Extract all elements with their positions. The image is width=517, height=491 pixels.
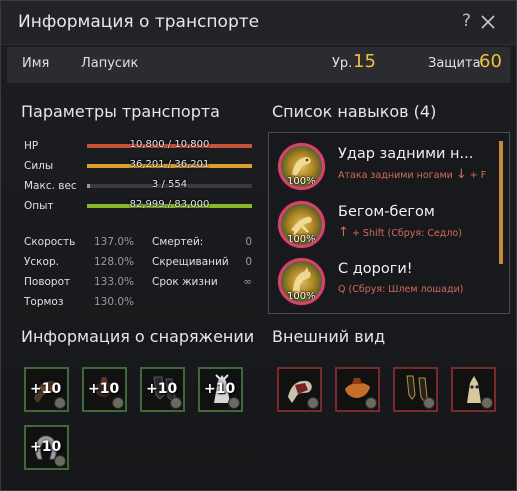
minor-value: ∞ [243,276,252,288]
enhance-label: +10 [204,381,236,397]
equip-slot-stirrups[interactable]: +10 [140,367,185,412]
skills-scrollbar[interactable] [499,141,503,264]
skill-hotkey-text: + Shift (Сбруя: Седло) [351,228,462,239]
enhance-label: +10 [146,381,178,397]
skills-title: Список навыков (4) [272,102,437,121]
stat-label: Макс. вес [24,180,77,192]
minor-label: Скрещиваний [152,256,229,268]
equip-slot-horseshoe[interactable]: +10 [24,425,69,470]
equip-slot-barding[interactable]: +10 [24,367,69,412]
horse-charge-icon[interactable]: 100% [278,258,325,305]
enhance-label: +10 [30,381,62,397]
socket-icon [54,397,66,409]
arrow-up-icon: ↑ [338,225,349,240]
horse-name: Лапусик [81,56,139,71]
params-title: Параметры транспорта [21,102,220,121]
help-button[interactable]: ? [462,11,471,31]
stat-weight: Макс. вес 3 / 554 [24,179,256,194]
skill-hotkey: Атака задними ногами ↓ + F [338,168,498,182]
skill-name: С дороги! [338,261,413,277]
socket-icon [54,455,66,467]
skill-hotkey-suffix: + F [469,170,487,181]
socket-icon [228,397,240,409]
appearance-title: Внешний вид [272,327,386,346]
stat-stamina: Силы 36,201 / 36,201 [24,159,256,174]
skill-percent: 100% [287,291,316,302]
appearance-slot-stirrups[interactable] [393,367,438,412]
skill-hotkey: ↑ + Shift (Сбруя: Седло) [338,226,498,240]
horse-kick-icon[interactable]: 100% [278,143,325,190]
level-label: Ур. [332,56,353,71]
stat-label: Силы [24,160,54,172]
skill-item[interactable]: 100% Бегом-бегом ↑ + Shift (Сбруя: Седло… [275,199,500,255]
minor-value: 128.0% [93,256,134,268]
skill-hotkey-text: Q (Сбруя: Шлем лошади) [338,284,464,295]
minor-value: 130.0% [93,296,134,308]
socket-icon [307,397,319,409]
enhance-label: +10 [88,381,120,397]
socket-icon [481,397,493,409]
skills-list[interactable]: 100% Удар задними н... Атака задними ног… [268,132,510,314]
minor-label: Поворот [24,276,71,288]
minor-label: Смертей: [152,236,204,248]
minor-label: Срок жизни [152,276,218,288]
skill-item[interactable]: 100% Удар задними н... Атака задними ног… [275,141,500,197]
stat-value: 3 / 554 [151,179,188,190]
appearance-slot-saddle[interactable] [335,367,380,412]
skill-hotkey: Q (Сбруя: Шлем лошади) [338,283,498,296]
skill-item[interactable]: 100% С дороги! Q (Сбруя: Шлем лошади) [275,256,500,312]
equipment-title: Информация о снаряжении [21,327,255,346]
close-icon[interactable] [481,10,499,32]
stat-value: 36,201 / 36,201 [129,159,210,170]
appearance-slot-barding[interactable] [277,367,322,412]
appearance-slot-mask[interactable] [451,367,496,412]
defense-value: 60 [479,51,502,72]
socket-icon [423,397,435,409]
stat-hp: HP 10,800 / 10,800 [24,139,256,154]
stat-exp: Опыт 82,999 / 83,000 [24,199,256,214]
minor-value: 0 [245,256,252,268]
level-value: 15 [353,51,376,72]
stat-value: 10,800 / 10,800 [129,139,210,150]
skill-name: Бегом-бегом [338,204,435,220]
socket-icon [170,397,182,409]
skill-percent: 100% [287,176,316,187]
stat-label: Опыт [24,200,54,212]
skill-name: Удар задними н... [338,146,474,162]
minor-value: 133.0% [93,276,134,288]
equip-slot-helmet[interactable]: +10 [198,367,243,412]
name-label: Имя [22,56,50,71]
enhance-label: +10 [30,439,62,455]
title-bar[interactable]: Информация о транспорте ? [1,1,516,45]
minor-label: Скорость [24,236,76,248]
defense-label: Защита [428,56,481,71]
window-title: Информация о транспорте [18,12,260,32]
skill-hotkey-text: Атака задними ногами [338,170,453,181]
horse-info-window: Информация о транспорте ? Имя Лапусик Ур… [0,0,517,491]
equip-slot-saddle[interactable]: +10 [82,367,127,412]
minor-value: 0 [245,236,252,248]
socket-icon [365,397,377,409]
stat-label: HP [24,140,39,152]
arrow-down-icon: ↓ [455,167,467,182]
stat-value: 82,999 / 83,000 [129,199,210,210]
minor-value: 137.0% [93,236,134,248]
skill-percent: 100% [287,234,316,245]
socket-icon [112,397,124,409]
name-bar: Имя Лапусик Ур. 15 Защита 60 [7,47,510,83]
minor-label: Тормоз [24,296,64,308]
horse-run-icon[interactable]: 100% [278,201,325,248]
minor-label: Ускор. [24,256,59,268]
